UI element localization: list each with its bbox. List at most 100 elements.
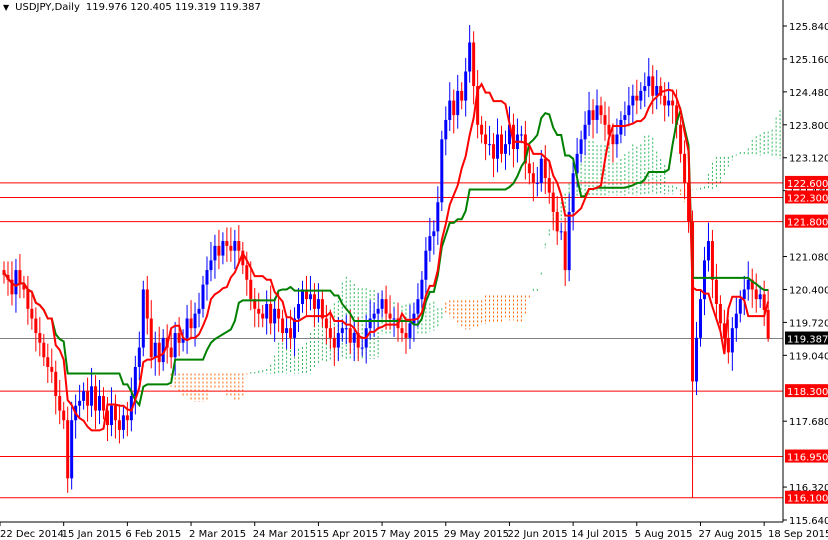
candle (468, 25, 472, 83)
candle (293, 307, 297, 357)
candle-body (392, 318, 396, 320)
candle (384, 285, 388, 330)
x-tick-label: 7 May 2015 (380, 529, 439, 540)
candle-body (245, 265, 249, 280)
y-tick-label: 121.080 (789, 253, 828, 264)
candle (635, 79, 639, 115)
candle (141, 280, 145, 357)
candle (456, 74, 460, 129)
candle (38, 317, 42, 357)
candle-body (647, 76, 651, 87)
candle-body (639, 90, 643, 101)
candle (412, 302, 416, 342)
candle-body (42, 342, 46, 358)
candle-body (169, 347, 173, 358)
candle-body (738, 299, 742, 314)
candle-body (312, 294, 316, 309)
candle (125, 401, 129, 437)
candle (702, 246, 706, 316)
candle (121, 406, 125, 439)
candle (539, 149, 543, 192)
candle (571, 162, 575, 231)
candle-body (145, 289, 149, 319)
candle-body (527, 163, 531, 174)
candle-body (137, 347, 141, 367)
candle-body (627, 105, 631, 116)
candle-body (261, 313, 265, 319)
candle-body (14, 270, 18, 295)
candle-body (297, 303, 301, 319)
candle-body (631, 95, 635, 106)
candle-body (762, 294, 766, 310)
candle (742, 275, 746, 316)
candle (464, 57, 468, 117)
candle-body (563, 231, 567, 271)
candle-body (718, 303, 722, 324)
candle (145, 275, 149, 335)
candle-body (710, 241, 714, 280)
candle (484, 120, 488, 161)
candle-body (289, 328, 293, 338)
candle (78, 384, 82, 420)
candle (492, 133, 496, 178)
candle-body (352, 333, 356, 343)
y-tick-label: 123.800 (789, 121, 828, 132)
candle-body (125, 415, 129, 421)
candle-body (384, 299, 388, 314)
candle-body (26, 289, 30, 309)
level-label: 122.300 (787, 193, 828, 204)
candle-body (332, 337, 336, 348)
candle-body (671, 100, 675, 106)
candle (599, 96, 603, 124)
candle (197, 292, 201, 328)
x-tick-label: 29 May 2015 (444, 529, 509, 540)
x-tick-label: 27 Aug 2015 (698, 529, 762, 540)
price-chart[interactable]: 125.840125.160124.480123.800123.120122.4… (0, 0, 828, 540)
candle (583, 111, 587, 156)
candle (117, 404, 121, 444)
candle-body (706, 241, 710, 261)
candle-body (225, 241, 229, 246)
candle (376, 292, 380, 328)
candle (587, 91, 591, 136)
candle (273, 297, 277, 342)
candle (34, 307, 38, 352)
candle (221, 232, 225, 265)
candle (563, 217, 567, 287)
candle (213, 234, 217, 279)
candle-body (285, 328, 289, 334)
candle-body (448, 100, 452, 120)
candle-body (591, 110, 595, 120)
candle (695, 321, 699, 396)
candle (738, 290, 742, 323)
candle (304, 275, 308, 316)
candle (627, 87, 631, 127)
candle (515, 118, 519, 163)
x-tick-label: 15 Jan 2015 (62, 529, 122, 540)
candle-body (766, 309, 770, 339)
level-label: 116.100 (787, 494, 828, 505)
candle (428, 217, 432, 262)
candle-body (78, 400, 82, 406)
level-label: 116.950 (787, 453, 828, 464)
candle (185, 304, 189, 354)
candle-body (265, 303, 269, 319)
candle (639, 82, 643, 110)
candle-body (555, 211, 559, 232)
x-tick-label: 18 Sep 2015 (768, 529, 828, 540)
plot-area (0, 25, 783, 499)
candle-body (177, 333, 181, 343)
y-tick-label: 119.040 (789, 351, 828, 362)
candle-body (273, 308, 277, 324)
level-label: 121.800 (787, 218, 828, 229)
candle-body (484, 134, 488, 145)
x-tick-label: 22 Jun 2015 (507, 529, 567, 540)
candle (683, 140, 687, 199)
candle-body (742, 289, 746, 300)
current-price-label: 119.387 (787, 335, 828, 346)
candle-body (185, 318, 189, 338)
candle (54, 360, 58, 415)
candle-body (113, 405, 117, 421)
candle (730, 317, 734, 371)
candle-body (62, 410, 66, 421)
